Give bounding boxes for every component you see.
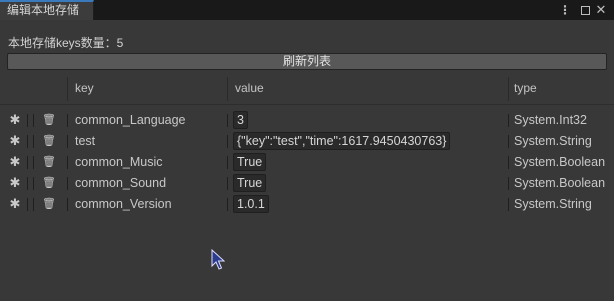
row-separator bbox=[227, 156, 228, 169]
column-header-key[interactable]: key bbox=[75, 81, 94, 95]
row-key: common_Music bbox=[75, 155, 163, 169]
row-separator bbox=[67, 156, 68, 169]
row-separator bbox=[508, 114, 509, 127]
trash-icon[interactable]: 🗑 bbox=[42, 154, 56, 170]
mouse-pointer-icon bbox=[211, 249, 225, 270]
keys-count-label: 本地存储keys数量：5 bbox=[8, 36, 124, 50]
row-separator bbox=[508, 177, 509, 190]
gear-icon[interactable]: ✱ bbox=[8, 112, 22, 128]
refresh-list-button[interactable]: 刷新列表 bbox=[7, 53, 607, 70]
table-row: ✱ 🗑 common_Version 1.0.1 System.String bbox=[0, 194, 614, 215]
row-separator bbox=[67, 135, 68, 148]
row-separator bbox=[33, 114, 34, 127]
window-menu-icon[interactable]: ⋮ bbox=[558, 0, 572, 20]
value-field[interactable]: {"key":"test","time":1617.9450430763} bbox=[233, 132, 451, 150]
value-field[interactable]: True bbox=[233, 174, 267, 192]
row-separator bbox=[27, 198, 28, 211]
row-key: test bbox=[75, 134, 96, 148]
row-separator bbox=[33, 135, 34, 148]
gear-icon[interactable]: ✱ bbox=[8, 175, 22, 191]
row-key: common_Version bbox=[75, 197, 172, 211]
value-field[interactable]: True bbox=[233, 153, 267, 171]
row-separator bbox=[508, 135, 509, 148]
row-separator bbox=[33, 177, 34, 190]
row-key: common_Language bbox=[75, 113, 186, 127]
row-separator bbox=[67, 177, 68, 190]
maximize-icon[interactable] bbox=[578, 0, 592, 20]
row-separator bbox=[227, 114, 228, 127]
trash-icon[interactable]: 🗑 bbox=[42, 175, 56, 191]
row-separator bbox=[33, 156, 34, 169]
value-field[interactable]: 1.0.1 bbox=[233, 195, 269, 213]
trash-icon[interactable]: 🗑 bbox=[42, 112, 56, 128]
column-separator[interactable] bbox=[227, 77, 228, 101]
gear-icon[interactable]: ✱ bbox=[8, 133, 22, 149]
row-key: common_Sound bbox=[75, 176, 167, 190]
table-row: ✱ 🗑 common_Sound True System.Boolean bbox=[0, 173, 614, 194]
value-field[interactable]: 3 bbox=[233, 111, 248, 129]
table-row: ✱ 🗑 common_Language 3 System.Int32 bbox=[0, 110, 614, 131]
row-separator bbox=[227, 177, 228, 190]
row-separator bbox=[508, 198, 509, 211]
row-separator bbox=[33, 198, 34, 211]
row-separator bbox=[27, 177, 28, 190]
column-separator[interactable] bbox=[508, 77, 509, 101]
trash-icon[interactable]: 🗑 bbox=[42, 133, 56, 149]
tab-edit-local-storage[interactable]: 编辑本地存储 bbox=[0, 0, 94, 20]
table-row: ✱ 🗑 test {"key":"test","time":1617.94504… bbox=[0, 131, 614, 152]
column-separator[interactable] bbox=[67, 77, 68, 101]
row-separator bbox=[227, 198, 228, 211]
row-separator bbox=[67, 114, 68, 127]
gear-icon[interactable]: ✱ bbox=[8, 196, 22, 212]
header-divider bbox=[0, 104, 614, 105]
window-titlebar: 编辑本地存储 ⋮ ✕ bbox=[0, 0, 614, 20]
column-header-value[interactable]: value bbox=[235, 81, 264, 95]
row-separator bbox=[67, 198, 68, 211]
row-type: System.Boolean bbox=[514, 176, 606, 190]
close-icon[interactable]: ✕ bbox=[594, 0, 608, 20]
row-type: System.Int32 bbox=[514, 113, 587, 127]
gear-icon[interactable]: ✱ bbox=[8, 154, 22, 170]
row-separator bbox=[27, 114, 28, 127]
table-header: key value type bbox=[0, 74, 614, 104]
row-separator bbox=[227, 135, 228, 148]
table-row: ✱ 🗑 common_Music True System.Boolean bbox=[0, 152, 614, 173]
row-separator bbox=[27, 135, 28, 148]
trash-icon[interactable]: 🗑 bbox=[42, 196, 56, 212]
row-type: System.String bbox=[514, 197, 592, 211]
row-type: System.String bbox=[514, 134, 592, 148]
row-type: System.Boolean bbox=[514, 155, 606, 169]
row-separator bbox=[508, 156, 509, 169]
column-header-type[interactable]: type bbox=[514, 81, 537, 95]
row-separator bbox=[27, 156, 28, 169]
